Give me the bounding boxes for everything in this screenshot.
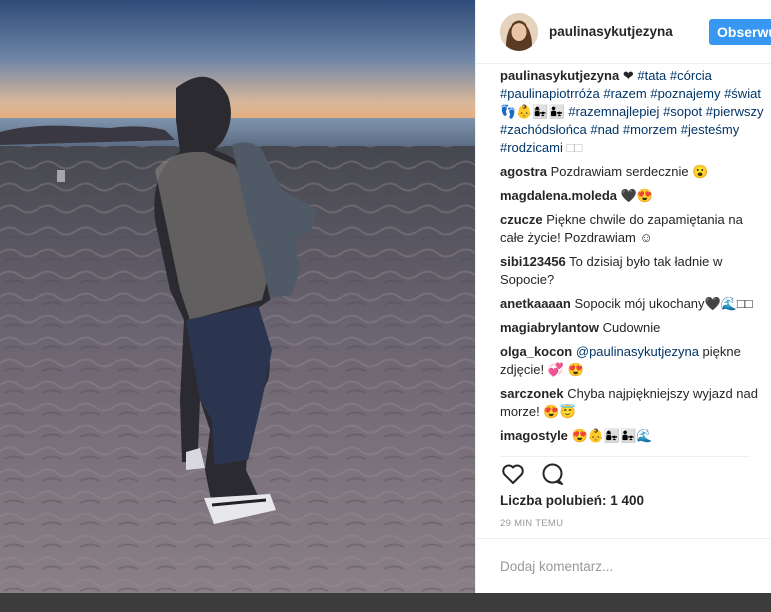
comment-item: czucze Piękne chwile do zapamiętania na … (500, 211, 770, 247)
comment-username[interactable]: agostra (500, 164, 547, 179)
likes-count[interactable]: Liczba polubień: 1 400 (500, 493, 644, 508)
post-sidebar: paulinasykutjezyna Obserwuj paulinasykut… (475, 0, 771, 593)
comment-item: agostra Pozdrawiam serdecznie 😮 (500, 163, 770, 181)
hashtag-link[interactable]: #poznajemy (650, 86, 720, 101)
post-timestamp[interactable]: 29 MIN TEMU (500, 518, 563, 529)
mention-link[interactable]: @paulinasykutjezyna (576, 344, 699, 359)
caption: paulinasykutjezyna ❤ #tata #córcia #paul… (500, 67, 770, 157)
hashtag-link[interactable]: #świat (724, 86, 761, 101)
comment-text: Sopocik mój ukochany🖤🌊□□ (574, 296, 753, 311)
comment-text: 🖤😍 (620, 188, 654, 203)
hashtag-link[interactable]: #zachódsłońca (500, 122, 587, 137)
comment-item: sibi123456 To dzisiaj było tak ładnie w … (500, 253, 770, 289)
comment-username[interactable]: anetkaaaan (500, 296, 571, 311)
hashtag-link[interactable]: #morzem (623, 122, 677, 137)
comment-item: anetkaaaan Sopocik mój ukochany🖤🌊□□ (500, 295, 770, 313)
comment-text: 😍👶👩‍👧👨‍👧🌊 (571, 428, 653, 443)
comment-item: imagostyle 😍👶👩‍👧👨‍👧🌊 (500, 427, 770, 445)
header-username[interactable]: paulinasykutjezyna (549, 24, 673, 39)
comment-item: sarczonek Chyba najpiękniejszy wyjazd na… (500, 385, 770, 421)
hashtag-link[interactable]: #sopot (663, 104, 702, 119)
comment-item: magdalena.moleda 🖤😍 (500, 187, 770, 205)
instagram-post: paulinasykutjezyna Obserwuj paulinasykut… (0, 0, 771, 593)
speech-bubble-icon[interactable] (540, 461, 566, 487)
add-comment-area: Dodaj komentarz... (476, 538, 771, 593)
comment-username[interactable]: sarczonek (500, 386, 564, 401)
hashtag-link[interactable]: #paulinapiotrróża (500, 86, 600, 101)
hashtag-link[interactable]: #razem (603, 86, 646, 101)
comment-username[interactable]: czucze (500, 212, 543, 227)
hashtag-link[interactable]: #córcia (670, 68, 712, 83)
post-actions (500, 456, 750, 491)
beach-sunset-photo (0, 0, 475, 593)
follow-button[interactable]: Obserwuj (709, 19, 771, 45)
caption-username[interactable]: paulinasykutjezyna (500, 68, 619, 83)
comments-list: paulinasykutjezyna ❤ #tata #córcia #paul… (500, 67, 770, 446)
comment-username[interactable]: magiabrylantow (500, 320, 599, 335)
user-avatar-image (500, 13, 538, 51)
hashtag-link[interactable]: #rodzicami (500, 140, 563, 155)
caption-emoji: 👣👶👩‍👧👨‍👧 (500, 104, 565, 119)
caption-tail: □□ (566, 140, 583, 155)
hashtag-link[interactable]: #tata (637, 68, 666, 83)
hashtag-link[interactable]: #pierwszy (706, 104, 764, 119)
comment-item: olga_kocon @paulinasykutjezyna piękne zd… (500, 343, 770, 379)
avatar[interactable] (500, 13, 538, 51)
comment-item: magiabrylantow Cudownie (500, 319, 770, 337)
comment-username[interactable]: olga_kocon (500, 344, 572, 359)
hashtag-link[interactable]: #nad (590, 122, 619, 137)
comment-username[interactable]: sibi123456 (500, 254, 566, 269)
comment-text: Cudownie (602, 320, 661, 335)
heart-emoji: ❤ (622, 68, 634, 83)
post-photo[interactable] (0, 0, 475, 593)
post-header: paulinasykutjezyna Obserwuj (476, 0, 771, 64)
comment-username[interactable]: magdalena.moleda (500, 188, 617, 203)
hashtag-link[interactable]: #jesteśmy (681, 122, 740, 137)
hashtag-link[interactable]: #razemnajlepiej (568, 104, 659, 119)
page-bottom-bar (0, 593, 771, 612)
comment-username[interactable]: imagostyle (500, 428, 568, 443)
heart-outline-icon[interactable] (500, 461, 526, 487)
comment-text: Pozdrawiam serdecznie 😮 (550, 164, 709, 179)
add-comment-input[interactable]: Dodaj komentarz... (500, 559, 613, 574)
